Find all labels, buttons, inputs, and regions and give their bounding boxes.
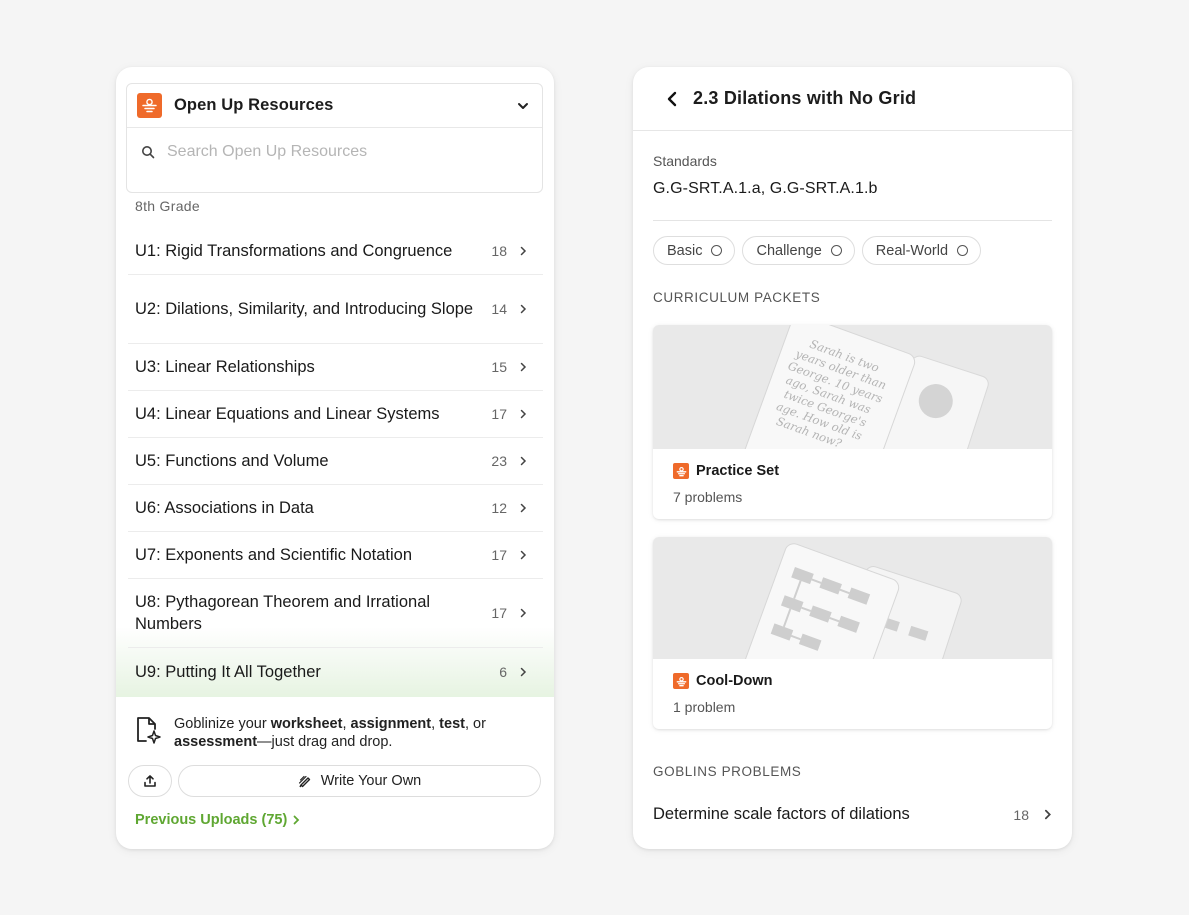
packet-problem-count: 7 problems — [673, 489, 743, 505]
resource-dropdown[interactable]: Open Up Resources — [127, 84, 542, 128]
unit-row-u2[interactable]: U2: Dilations, Similarity, and Introduci… — [128, 275, 543, 344]
chip-real-world[interactable]: Real-World — [861, 236, 982, 265]
goblins-problems-heading: GOBLINS PROBLEMS — [653, 764, 802, 779]
radio-circle-icon — [957, 245, 969, 256]
back-chevron-icon[interactable] — [666, 91, 678, 107]
packet-card-cool-down[interactable]: Cool-Down 1 problem — [653, 537, 1052, 729]
packet-title: Practice Set — [673, 463, 1032, 479]
pencil-icon — [298, 775, 310, 788]
unit-label: U4: Linear Equations and Linear Systems — [135, 405, 440, 423]
unit-count: 17 — [491, 406, 507, 422]
worksheet-preview-icon: Sarah is two years older than George. 10… — [742, 325, 989, 449]
upload-dropzone[interactable]: Goblinize your worksheet, assignment, te… — [134, 715, 514, 751]
unit-row-u9[interactable]: U9: Putting It All Together 6 — [128, 648, 543, 695]
unit-list: U1: Rigid Transformations and Congruence… — [128, 228, 543, 695]
resource-selector: Open Up Resources — [126, 83, 543, 193]
unit-count: 14 — [491, 301, 507, 317]
unit-count: 17 — [491, 605, 507, 621]
unit-label: U5: Functions and Volume — [135, 452, 329, 470]
unit-label: U2: Dilations, Similarity, and Introduci… — [135, 300, 474, 318]
unit-label: U1: Rigid Transformations and Congruence — [135, 242, 453, 260]
packet-title: Cool-Down — [673, 673, 1032, 689]
packet-problem-count: 1 problem — [673, 699, 736, 715]
unit-label: U3: Linear Relationships — [135, 358, 315, 376]
search-bar — [127, 128, 542, 176]
unit-count: 23 — [491, 453, 507, 469]
chevron-right-icon — [1044, 809, 1051, 820]
unit-label: U7: Exponents and Scientific Notation — [135, 546, 412, 564]
lesson-title: 2.3 Dilations with No Grid — [693, 88, 917, 108]
unit-row-u8[interactable]: U8: Pythagorean Theorem and Irrational N… — [128, 579, 543, 648]
chip-basic[interactable]: Basic — [653, 236, 736, 265]
chevron-right-icon — [520, 550, 527, 560]
chip-challenge[interactable]: Challenge — [742, 236, 855, 265]
unit-row-u6[interactable]: U6: Associations in Data 12 — [128, 485, 543, 532]
curriculum-packets-heading: CURRICULUM PACKETS — [653, 290, 821, 305]
chevron-right-icon — [520, 456, 527, 466]
previous-uploads-link[interactable]: Previous Uploads (75) — [135, 812, 300, 828]
unit-row-u1[interactable]: U1: Rigid Transformations and Congruence… — [128, 228, 543, 275]
unit-label: U8: Pythagorean Theorem and Irrational N… — [135, 593, 431, 633]
chevron-right-icon — [520, 246, 527, 256]
chevron-right-icon — [520, 667, 527, 676]
cool-down-preview-image — [653, 537, 1052, 659]
packet-card-practice-set[interactable]: Sarah is two years older than George. 10… — [653, 325, 1052, 519]
chevron-right-icon — [520, 304, 527, 314]
grade-label: 8th Grade — [135, 198, 200, 214]
standards-label: Standards — [653, 153, 717, 169]
unit-count: 12 — [491, 500, 507, 516]
unit-count: 15 — [491, 359, 507, 375]
search-icon — [142, 146, 155, 159]
chevron-right-icon — [520, 409, 527, 419]
upload-button[interactable] — [128, 765, 172, 797]
unit-row-u7[interactable]: U7: Exponents and Scientific Notation 17 — [128, 532, 543, 579]
upload-icon — [144, 775, 156, 787]
unit-count: 17 — [491, 547, 507, 563]
unit-label: U6: Associations in Data — [135, 499, 314, 517]
diagram-preview-icon — [735, 543, 962, 659]
unit-count: 6 — [499, 663, 507, 680]
problem-count: 18 — [1013, 806, 1029, 823]
resource-title: Open Up Resources — [174, 96, 334, 114]
resource-browser-panel: Open Up Resources 8th Grade U1: Rigid Tr… — [116, 67, 554, 849]
divider — [653, 220, 1052, 221]
unit-row-u3[interactable]: U3: Linear Relationships 15 — [128, 344, 543, 391]
unit-row-u5[interactable]: U5: Functions and Volume 23 — [128, 438, 543, 485]
upload-instructions: Goblinize your worksheet, assignment, te… — [174, 716, 486, 750]
radio-circle-icon — [711, 245, 723, 256]
goblin-logo-icon — [673, 463, 689, 479]
goblin-logo-icon — [673, 673, 689, 689]
unit-count: 18 — [491, 243, 507, 259]
radio-circle-icon — [830, 245, 842, 256]
problem-label: Determine scale factors of dilations — [653, 805, 910, 823]
standards-value: G.G-SRT.A.1.a, G.G-SRT.A.1.b — [653, 180, 878, 197]
write-label: Write Your Own — [320, 773, 422, 789]
practice-set-preview-image: Sarah is two years older than George. 10… — [653, 325, 1052, 449]
lesson-detail-panel: 2.3 Dilations with No Grid Standards G.G… — [633, 67, 1072, 849]
file-sparkle-icon — [137, 717, 161, 744]
chevron-right-icon — [520, 608, 527, 618]
difficulty-filters: Basic Challenge Real-World — [653, 236, 988, 265]
goblin-logo-icon — [137, 93, 162, 118]
unit-label: U9: Putting It All Together — [135, 662, 321, 681]
unit-row-u4[interactable]: U4: Linear Equations and Linear Systems … — [128, 391, 543, 438]
chevron-right-icon — [520, 503, 527, 513]
chevron-down-icon — [518, 102, 528, 109]
write-your-own-button[interactable]: Write Your Own — [178, 765, 541, 797]
lesson-header: 2.3 Dilations with No Grid — [633, 67, 1072, 131]
chevron-right-icon — [520, 362, 527, 372]
chevron-right-icon — [293, 815, 300, 825]
goblins-problem-row[interactable]: Determine scale factors of dilations 18 — [653, 805, 1052, 824]
search-input[interactable] — [167, 143, 507, 161]
